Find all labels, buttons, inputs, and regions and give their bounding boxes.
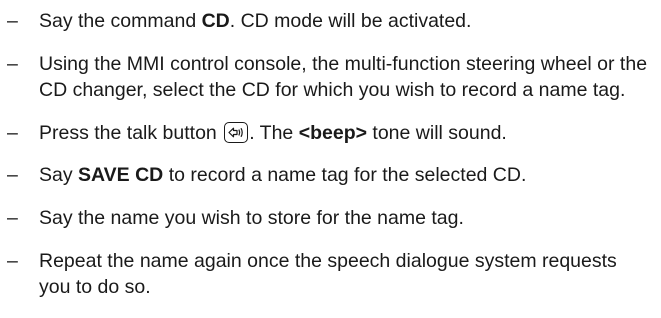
step-text-part: Say the command	[39, 10, 202, 32]
step-text-part: Say the name you wish to store for the n…	[39, 207, 464, 229]
step-text: Say the command CD. CD mode will be acti…	[39, 10, 471, 32]
list-item: – Say SAVE CD to record a name tag for t…	[7, 162, 651, 188]
talk-button-icon	[224, 122, 249, 143]
list-item: – Repeat the name again once the speech …	[7, 248, 651, 300]
list-dash: –	[7, 207, 18, 229]
step-text: Using the MMI control console, the multi…	[39, 53, 647, 101]
command-keyword: SAVE CD	[78, 164, 164, 186]
list-dash: –	[7, 10, 18, 32]
instruction-page: – Say the command CD. CD mode will be ac…	[0, 0, 661, 318]
list-dash: –	[7, 164, 18, 186]
list-dash: –	[7, 122, 18, 144]
step-text: Say the name you wish to store for the n…	[39, 207, 464, 229]
list-item: – Using the MMI control console, the mul…	[7, 51, 651, 103]
step-text: Repeat the name again once the speech di…	[39, 250, 617, 298]
step-text-part: Using the MMI control console, the multi…	[39, 53, 648, 101]
step-text-part: Say	[39, 164, 79, 186]
list-item: – Press the talk button . The <beep> ton…	[7, 120, 651, 146]
command-keyword: CD	[201, 10, 230, 32]
step-text-part: . CD mode will be activated.	[229, 10, 472, 32]
step-text-part: . The	[249, 122, 299, 144]
list-item: – Say the command CD. CD mode will be ac…	[7, 8, 651, 34]
step-text-part: Press the talk button	[39, 122, 223, 144]
list-dash: –	[7, 53, 18, 75]
list-item: – Say the name you wish to store for the…	[7, 205, 651, 231]
beep-keyword: <beep>	[298, 122, 367, 144]
step-text-part: Repeat the name again once the speech di…	[39, 250, 617, 298]
list-dash: –	[7, 250, 18, 272]
step-text: Press the talk button . The <beep> tone …	[39, 122, 507, 144]
step-text-part: tone will sound.	[367, 122, 507, 144]
step-text-part: to record a name tag for the selected CD…	[163, 164, 527, 186]
instruction-list: – Say the command CD. CD mode will be ac…	[7, 8, 651, 300]
step-text: Say SAVE CD to record a name tag for the…	[39, 164, 526, 186]
